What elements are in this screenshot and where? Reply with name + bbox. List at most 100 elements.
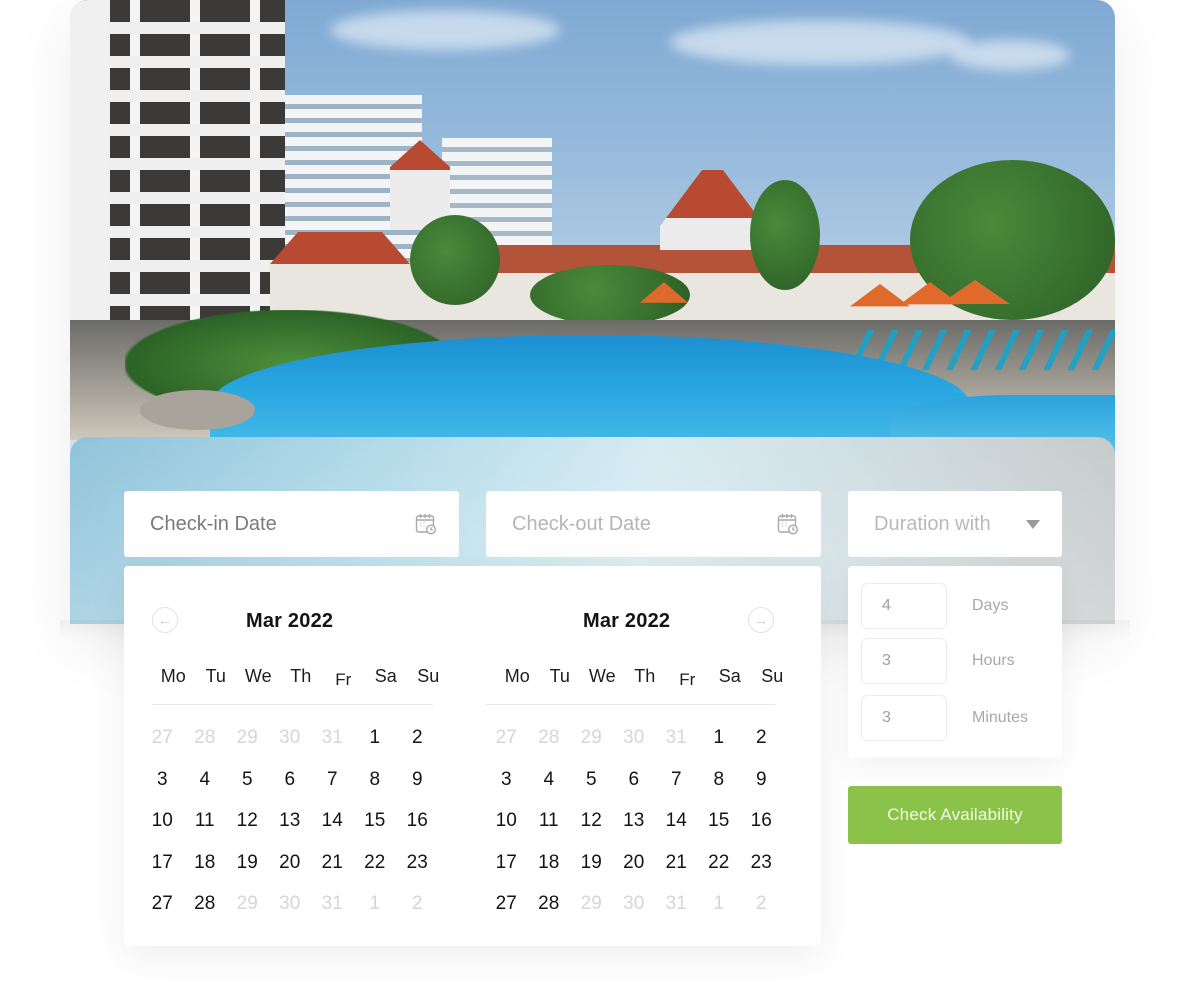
weekday-label: Fr	[679, 670, 696, 689]
palm-tree	[410, 215, 500, 305]
calendar-day[interactable]: 4	[528, 768, 571, 792]
calendar-day[interactable]: 13	[269, 809, 312, 833]
calendar-clock-icon[interactable]	[415, 513, 437, 535]
weekday-label: Th	[634, 666, 656, 686]
calendar-day[interactable]: 28	[184, 892, 227, 916]
calendar-day[interactable]: 17	[485, 851, 528, 875]
caret-down-icon[interactable]	[1026, 519, 1040, 529]
day-grid: 27 28 29 30 31 1 2 3 4 5 6 7 8 9 10 11 12 13 14 15 16 17 18 19 2…	[485, 726, 783, 916]
calendar-day[interactable]: 22	[698, 851, 741, 875]
checkin-date-field[interactable]: Check-in Date	[124, 491, 459, 557]
calendar-clock-icon[interactable]	[777, 513, 799, 535]
checkout-date-field[interactable]: Check-out Date	[486, 491, 821, 557]
calendar-month-right: Mar 2022 → Mo Tu We Th Fr Sa Su 27 28 29 30…	[468, 566, 808, 946]
calendar-day[interactable]: 2	[396, 726, 439, 750]
weekday-label: Sa	[718, 666, 741, 686]
calendar-day-outside-month: 30	[623, 727, 645, 748]
next-month-button[interactable]: →	[748, 607, 774, 633]
calendar-day[interactable]: 21	[655, 851, 698, 875]
calendar-day[interactable]: 11	[184, 809, 227, 833]
calendar-day[interactable]: 13	[613, 809, 656, 833]
calendar-day[interactable]: 5	[226, 768, 269, 792]
calendar-day[interactable]: 10	[485, 809, 528, 833]
weekday-label: We	[244, 666, 272, 686]
calendar-day-outside-month: 28	[194, 727, 216, 748]
calendar-day[interactable]: 28	[528, 892, 571, 916]
cloud	[670, 20, 970, 65]
calendar-day[interactable]: 10	[141, 809, 184, 833]
day-grid: 27 28 29 30 31 1 2 3 4 5 6 7 8 9 10 11 12 13 14 15 16 17 18 19 2…	[141, 726, 439, 916]
duration-select[interactable]: Duration with	[848, 491, 1062, 557]
calendar-day[interactable]: 9	[740, 768, 783, 792]
calendar-day[interactable]: 14	[655, 809, 698, 833]
calendar-day[interactable]: 18	[528, 851, 571, 875]
duration-row-days: 4 Days	[861, 583, 1008, 629]
calendar-day[interactable]: 23	[396, 851, 439, 875]
calendar-day[interactable]: 9	[396, 768, 439, 792]
weekday-divider	[486, 704, 775, 705]
check-availability-button[interactable]: Check Availability	[848, 786, 1062, 844]
weekday-label: Su	[761, 666, 784, 686]
calendar-day[interactable]: 19	[570, 851, 613, 875]
duration-row-hours: 3 Hours	[861, 638, 1015, 684]
hours-input[interactable]: 3	[861, 638, 947, 684]
calendar-day[interactable]: 17	[141, 851, 184, 875]
calendar-day[interactable]: 15	[698, 809, 741, 833]
weekday-header: Mo Tu We Th Fr Sa Su	[152, 666, 450, 690]
calendar-day[interactable]: 27	[485, 892, 528, 916]
weekday-label: Su	[417, 666, 440, 686]
calendar-day-outside-month: 1	[369, 893, 381, 914]
calendar-day[interactable]: 14	[311, 809, 354, 833]
calendar-day[interactable]: 7	[655, 768, 698, 792]
calendar-day[interactable]: 12	[226, 809, 269, 833]
calendar-day[interactable]: 27	[141, 892, 184, 916]
cloud	[330, 10, 560, 50]
calendar-day[interactable]: 16	[396, 809, 439, 833]
calendar-day[interactable]: 18	[184, 851, 227, 875]
calendar-day[interactable]: 16	[740, 809, 783, 833]
weekday-divider	[152, 704, 433, 705]
calendar-day[interactable]: 5	[570, 768, 613, 792]
calendar-day[interactable]: 6	[269, 768, 312, 792]
calendar-day[interactable]: 8	[354, 768, 397, 792]
minutes-input[interactable]: 3	[861, 695, 947, 741]
calendar-day[interactable]: 1	[354, 726, 397, 750]
weekday-label: Sa	[374, 666, 397, 686]
calendar-day-outside-month: 27	[151, 727, 173, 748]
calendar-day-outside-month: 29	[580, 893, 602, 914]
calendar-day[interactable]: 21	[311, 851, 354, 875]
calendar-day[interactable]: 7	[311, 768, 354, 792]
calendar-day[interactable]: 3	[141, 768, 184, 792]
calendar-day-outside-month: 31	[321, 893, 343, 914]
arrow-right-icon: →	[753, 611, 769, 629]
calendar-day-outside-month: 29	[580, 727, 602, 748]
calendar-day[interactable]: 15	[354, 809, 397, 833]
weekday-label: Th	[290, 666, 312, 686]
calendar-day[interactable]: 4	[184, 768, 227, 792]
calendar-day[interactable]: 3	[485, 768, 528, 792]
calendar-day[interactable]: 1	[698, 726, 741, 750]
calendar-day[interactable]: 11	[528, 809, 571, 833]
calendar-day[interactable]: 8	[698, 768, 741, 792]
calendar-day-outside-month: 28	[538, 727, 560, 748]
calendar-day-outside-month: 29	[236, 727, 258, 748]
hotel-tower	[70, 0, 285, 330]
duration-row-minutes: 3 Minutes	[861, 695, 1028, 741]
calendar-day[interactable]: 20	[269, 851, 312, 875]
calendar-day[interactable]: 22	[354, 851, 397, 875]
days-input[interactable]: 4	[861, 583, 947, 629]
calendar-day[interactable]: 2	[740, 726, 783, 750]
cloud	[950, 40, 1070, 70]
calendar-day-outside-month: 30	[623, 893, 645, 914]
prev-month-button[interactable]: ←	[152, 607, 178, 633]
month-title: Mar 2022	[583, 610, 671, 632]
calendar-day-outside-month: 2	[411, 893, 423, 914]
duration-select-value: Duration with	[874, 512, 991, 535]
calendar-day[interactable]: 23	[740, 851, 783, 875]
calendar-day[interactable]: 19	[226, 851, 269, 875]
calendar-day[interactable]: 20	[613, 851, 656, 875]
calendar-day-outside-month: 1	[713, 893, 725, 914]
checkin-date-placeholder: Check-in Date	[150, 512, 277, 535]
calendar-day[interactable]: 12	[570, 809, 613, 833]
calendar-day[interactable]: 6	[613, 768, 656, 792]
